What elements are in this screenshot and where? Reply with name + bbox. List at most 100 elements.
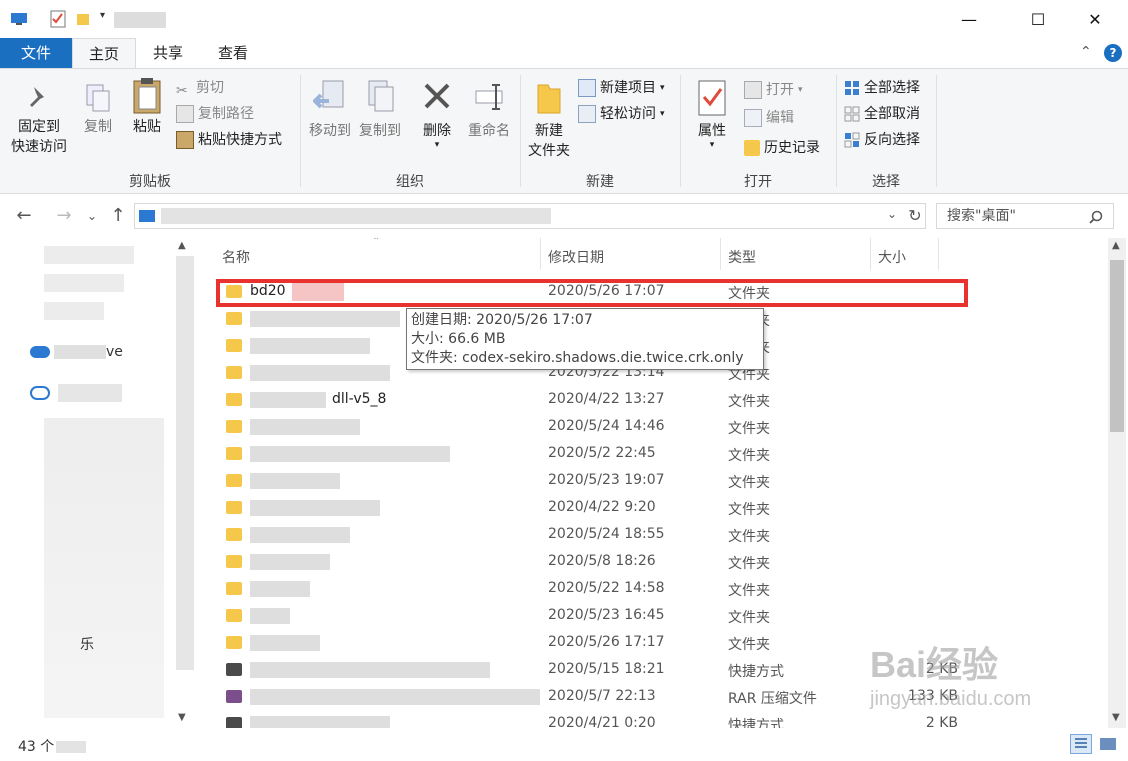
column-separator[interactable] xyxy=(938,238,939,270)
window-icon[interactable] xyxy=(10,12,28,26)
delete-button[interactable]: 删除 ▾ xyxy=(416,79,458,150)
copy-to-button[interactable]: 复制到 xyxy=(356,79,404,141)
properties-button[interactable]: 属性 ▾ xyxy=(690,79,734,150)
table-row[interactable]: dll-v5_8 2020/4/22 13:27 文件夹 xyxy=(212,387,1108,414)
nav-tree-blurred xyxy=(44,418,164,718)
status-bar: 43 个 xyxy=(0,728,1128,761)
copy-to-icon xyxy=(363,79,397,119)
column-header-modified[interactable]: 修改日期 xyxy=(548,246,718,270)
details-view-icon[interactable] xyxy=(1070,734,1092,754)
desktop-icon xyxy=(139,210,155,222)
tooltip-size: 大小: 66.6 MB xyxy=(411,331,506,347)
forward-arrow-icon[interactable]: → xyxy=(50,194,78,238)
refresh-icon[interactable]: ↻ xyxy=(904,205,926,227)
delete-dropdown-icon[interactable]: ▾ xyxy=(416,141,458,150)
qat-new-folder-icon[interactable] xyxy=(76,12,90,26)
up-arrow-icon[interactable]: ↑ xyxy=(108,194,128,238)
minimize-button[interactable]: — xyxy=(946,0,992,38)
table-row[interactable]: 2020/5/24 18:55 文件夹 xyxy=(212,522,1108,549)
file-type: 文件夹 xyxy=(728,394,770,410)
nav-item-blurred[interactable] xyxy=(44,246,134,264)
chevron-down-icon[interactable]: ▼ xyxy=(178,712,186,723)
select-all-button[interactable]: 全部选择 xyxy=(844,77,920,99)
edit-button[interactable]: 编辑 xyxy=(744,107,794,129)
pin-label-2: 快速访问 xyxy=(11,139,67,155)
column-separator[interactable] xyxy=(870,238,871,270)
new-item-button[interactable]: 新建项目 ▾ xyxy=(578,77,665,99)
table-row[interactable]: 2020/5/23 16:45 文件夹 xyxy=(212,603,1108,630)
file-type: 文件夹 xyxy=(728,556,770,572)
address-input[interactable]: ⌄ xyxy=(134,203,926,229)
history-button[interactable]: 历史记录 xyxy=(744,137,820,159)
file-date: 2020/5/15 18:21 xyxy=(548,661,665,677)
file-date: 2020/4/22 13:27 xyxy=(548,391,665,407)
rename-icon xyxy=(472,79,506,119)
nav-item-blurred[interactable] xyxy=(58,384,122,402)
table-row[interactable]: 2020/5/23 19:07 文件夹 xyxy=(212,468,1108,495)
chevron-up-icon[interactable]: ▲ xyxy=(1112,240,1120,251)
table-row[interactable]: 2020/5/22 14:58 文件夹 xyxy=(212,576,1108,603)
group-label-organize: 组织 xyxy=(396,174,424,190)
file-type: 文件夹 xyxy=(728,583,770,599)
open-button[interactable]: 打开 ▾ xyxy=(744,79,803,101)
cut-button[interactable]: ✂ 剪切 xyxy=(176,77,224,99)
column-header-name[interactable]: 名称 xyxy=(222,246,532,270)
folder-icon xyxy=(226,609,242,622)
tab-home[interactable]: 主页 xyxy=(72,38,136,68)
name-blur xyxy=(250,635,320,651)
rename-button[interactable]: 重命名 xyxy=(462,79,516,141)
column-separator[interactable] xyxy=(720,238,721,270)
table-row[interactable]: 2020/4/22 9:20 文件夹 xyxy=(212,495,1108,522)
qat-properties-icon[interactable] xyxy=(50,10,66,28)
nav-item-music[interactable]: 乐 xyxy=(80,634,94,654)
copy-button[interactable]: 复制 xyxy=(78,81,118,137)
table-row[interactable]: 2020/5/24 14:46 文件夹 xyxy=(212,414,1108,441)
folder-icon xyxy=(226,474,242,487)
column-separator[interactable] xyxy=(540,238,541,270)
column-header-type[interactable]: 类型 xyxy=(728,246,868,270)
paste-shortcut-button[interactable]: 粘贴快捷方式 xyxy=(176,129,282,151)
search-input[interactable]: 搜索"桌面" xyxy=(936,203,1114,229)
help-icon[interactable]: ? xyxy=(1104,44,1122,62)
back-arrow-icon[interactable]: ← xyxy=(10,194,38,238)
select-none-button[interactable]: 全部取消 xyxy=(844,103,920,125)
name-blur xyxy=(250,554,330,570)
nav-item-blurred[interactable] xyxy=(44,274,124,292)
paste-shortcut-icon xyxy=(176,131,194,149)
invert-selection-button[interactable]: 反向选择 xyxy=(844,129,920,151)
column-header-size[interactable]: 大小 xyxy=(878,246,958,270)
file-type: 文件夹 xyxy=(728,421,770,437)
folder-icon xyxy=(226,393,242,406)
copy-path-button[interactable]: 复制路径 xyxy=(176,103,254,125)
tab-file[interactable]: 文件 xyxy=(0,38,72,68)
properties-dropdown-icon[interactable]: ▾ xyxy=(690,141,734,150)
file-date: 2020/5/7 22:13 xyxy=(548,688,656,704)
tab-view[interactable]: 查看 xyxy=(205,38,261,68)
name-blur xyxy=(250,446,450,462)
move-to-button[interactable]: 移动到 xyxy=(304,79,356,141)
paste-button[interactable]: 粘贴 xyxy=(126,77,168,137)
nav-scrollbar[interactable] xyxy=(176,256,194,670)
table-row[interactable]: 2020/5/8 18:26 文件夹 xyxy=(212,549,1108,576)
chevron-up-icon[interactable]: ⌃ xyxy=(1080,44,1092,60)
cloud-icon xyxy=(30,386,50,400)
delete-x-icon xyxy=(420,79,454,119)
nav-item-onedrive[interactable]: ve xyxy=(54,344,124,362)
nav-item-blurred[interactable] xyxy=(44,302,104,320)
close-button[interactable]: ✕ xyxy=(1072,0,1118,38)
open-icon xyxy=(744,81,762,99)
large-icons-view-icon[interactable] xyxy=(1098,735,1118,753)
table-row[interactable]: 2020/5/2 22:45 文件夹 xyxy=(212,441,1108,468)
new-folder-button[interactable]: 新建 文件夹 xyxy=(524,79,574,161)
pin-quick-access-button[interactable]: 固定到 快速访问 xyxy=(6,81,72,157)
scrollbar-thumb[interactable] xyxy=(1110,260,1124,432)
folder-icon xyxy=(226,555,242,568)
name-blur xyxy=(250,392,326,408)
qat-dropdown-icon[interactable]: ▾ xyxy=(100,10,105,21)
tab-share[interactable]: 共享 xyxy=(140,38,196,68)
address-dropdown-icon[interactable]: ⌄ xyxy=(887,207,897,221)
easy-access-button[interactable]: 轻松访问 ▾ xyxy=(578,103,665,125)
recent-dropdown-icon[interactable]: ⌄ xyxy=(84,194,100,238)
chevron-up-icon[interactable]: ▲ xyxy=(178,240,186,251)
maximize-button[interactable]: ☐ xyxy=(1015,0,1061,38)
